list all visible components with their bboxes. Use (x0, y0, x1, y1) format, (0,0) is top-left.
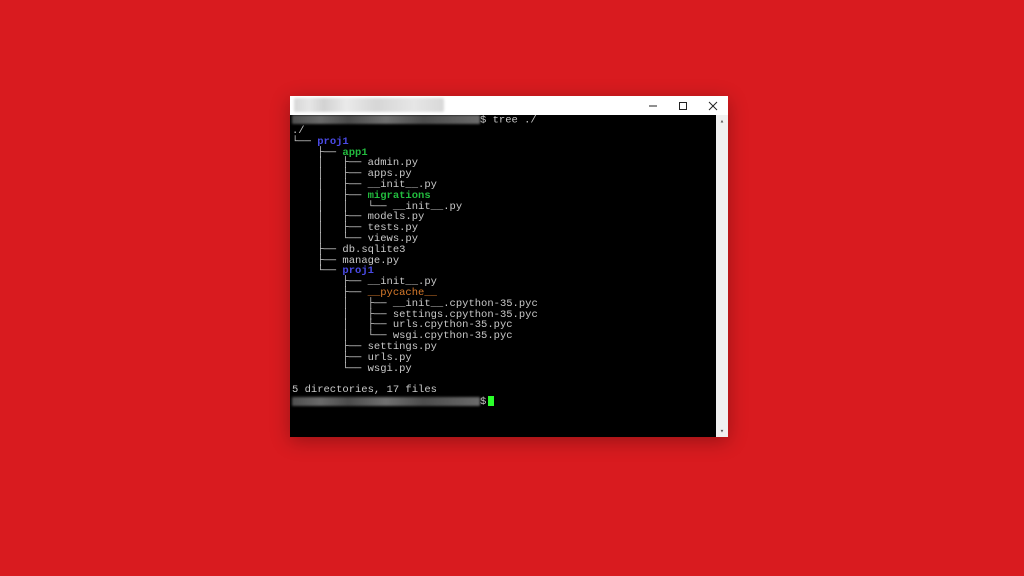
scroll-up-button[interactable]: ▴ (716, 115, 728, 127)
prompt-path-obscured (292, 397, 480, 406)
window-title-obscured (294, 98, 444, 112)
prompt-symbol: $ (480, 115, 493, 126)
minimize-button[interactable] (638, 96, 668, 115)
maximize-button[interactable] (668, 96, 698, 115)
window-controls (638, 96, 728, 115)
tree-node: wsgi.py (368, 363, 412, 375)
terminal-area: $ tree ././└── proj1 ├── app1 │ ├── admi… (290, 115, 728, 437)
tree-branch: └── (292, 363, 368, 375)
command-text: tree ./ (493, 115, 537, 126)
terminal-window: $ tree ././└── proj1 ├── app1 │ ├── admi… (290, 96, 728, 437)
prompt-symbol: $ (480, 396, 486, 408)
tree-summary: 5 directories, 17 files (292, 384, 437, 396)
scrollbar[interactable]: ▴ ▾ (716, 115, 728, 437)
terminal-output[interactable]: $ tree ././└── proj1 ├── app1 │ ├── admi… (290, 115, 716, 437)
cursor (488, 396, 494, 406)
prompt-path-obscured (292, 115, 480, 124)
scroll-down-button[interactable]: ▾ (716, 425, 728, 437)
close-button[interactable] (698, 96, 728, 115)
titlebar[interactable] (290, 96, 728, 115)
